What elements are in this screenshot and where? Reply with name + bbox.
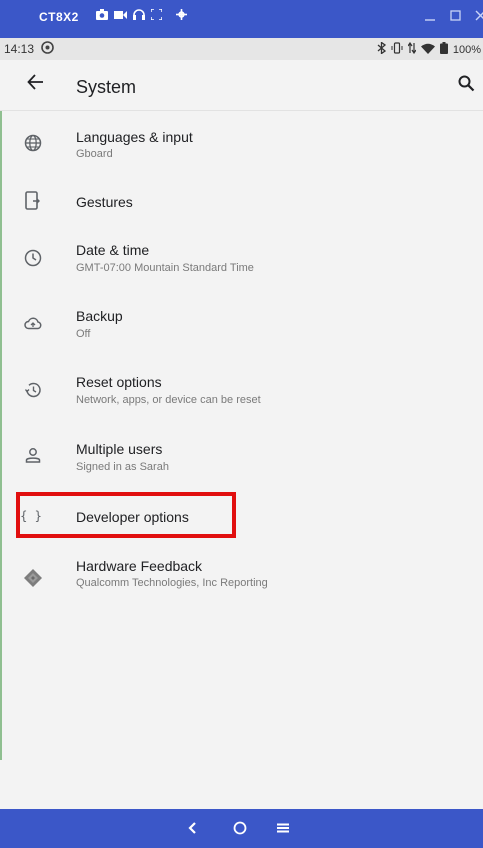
window-controls [424,8,483,25]
vibrate-icon [391,42,403,57]
data-transfer-icon [407,41,417,57]
item-subtitle: Gboard [76,148,113,160]
list-item-backup[interactable]: Backup Off [0,305,483,371]
clock-icon [22,249,44,271]
fullscreen-icon[interactable] [150,8,163,24]
status-indicators: 100% [377,41,481,57]
nav-menu-icon[interactable] [275,818,291,843]
list-item-hardware-feedback[interactable]: Hardware Feedback Qualcomm Technologies,… [0,558,483,627]
window-title: CT8X2 [39,10,79,24]
item-title: Reset options [76,374,162,390]
battery-icon [439,42,448,57]
maximize-icon[interactable] [450,8,461,25]
cloud-upload-icon [22,315,44,337]
headset-icon[interactable] [133,9,145,24]
item-subtitle: Network, apps, or device can be reset [76,394,261,406]
page-title: System [76,77,137,97]
navigation-bar [0,809,483,848]
item-subtitle: Signed in as Sarah [76,461,169,473]
minimize-icon[interactable] [424,8,436,25]
search-icon[interactable] [458,75,475,97]
battery-level: 100% [452,43,481,56]
window-toolbar [96,8,187,24]
settings-icon[interactable] [176,9,187,24]
item-subtitle: GMT-07:00 Mountain Standard Time [76,262,254,274]
chip-icon [22,568,44,590]
nav-home-icon[interactable] [231,818,249,843]
item-title: Multiple users [76,441,163,457]
item-title: Gestures [76,194,133,210]
back-arrow-icon[interactable] [27,73,45,96]
status-time: 14:13 [4,42,35,56]
nav-back-icon[interactable] [186,818,198,843]
app-bar: System [0,60,483,111]
item-title: Date & time [76,242,150,258]
item-title: Languages & input [76,129,193,145]
globe-icon [22,134,44,156]
emulator-title-bar: CT8X2 [0,0,483,38]
item-title: Hardware Feedback [76,558,203,574]
gesture-phone-icon [22,191,44,213]
person-icon [22,447,44,469]
status-bar: 14:13 100% [0,38,483,60]
list-item-reset[interactable]: Reset options Network, apps, or device c… [0,371,483,437]
list-item-date-time[interactable]: Date & time GMT-07:00 Mountain Standard … [0,239,483,305]
item-subtitle: Off [76,328,91,340]
notification-icon [41,41,54,57]
highlight-box [16,492,236,538]
video-icon[interactable] [114,10,127,24]
close-icon[interactable] [475,8,483,25]
camera-icon[interactable] [96,9,108,24]
list-item-languages[interactable]: Languages & input Gboard [0,119,483,185]
history-icon [22,381,44,403]
item-subtitle: Qualcomm Technologies, Inc Reporting [76,577,268,589]
bluetooth-icon [377,41,386,57]
item-title: Backup [76,308,123,324]
wifi-icon [420,43,435,57]
